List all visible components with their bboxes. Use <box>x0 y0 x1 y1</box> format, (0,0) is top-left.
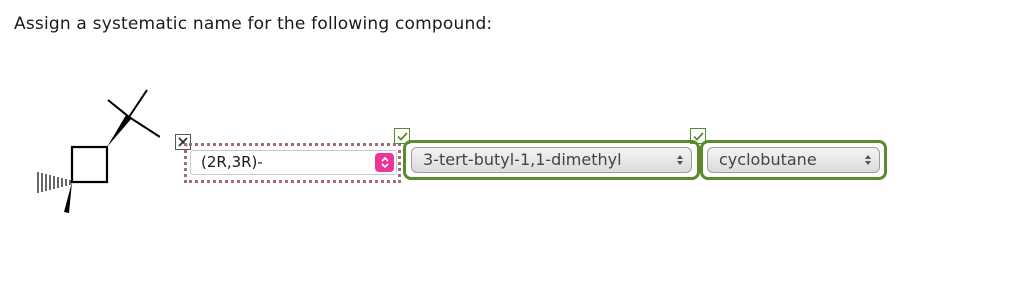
chevron-updown-icon <box>375 153 394 172</box>
compound-structure <box>37 89 160 213</box>
substituents-select[interactable]: 3-tert-butyl-1,1-dimethyl <box>411 147 692 173</box>
tbutyl-methyl-2 <box>107 99 130 118</box>
updown-arrows-icon <box>677 155 683 165</box>
parent-chain-value: cyclobutane <box>719 150 817 169</box>
tbutyl-methyl-1 <box>128 89 148 118</box>
parent-chain-select[interactable]: cyclobutane <box>707 147 880 173</box>
updown-arrows-icon <box>865 155 871 165</box>
hashed-bond <box>37 172 71 193</box>
stereo-prefix-select[interactable]: (2R,3R)- <box>190 150 397 175</box>
tbutyl-methyl-3 <box>128 116 160 138</box>
wedge-bond-down <box>64 182 72 213</box>
question-text: Assign a systematic name for the followi… <box>14 14 493 34</box>
stereo-prefix-value: (2R,3R)- <box>201 153 263 171</box>
substituents-value: 3-tert-butyl-1,1-dimethyl <box>423 150 622 169</box>
cyclobutane-ring <box>70 145 109 184</box>
wedge-bond <box>107 115 132 147</box>
